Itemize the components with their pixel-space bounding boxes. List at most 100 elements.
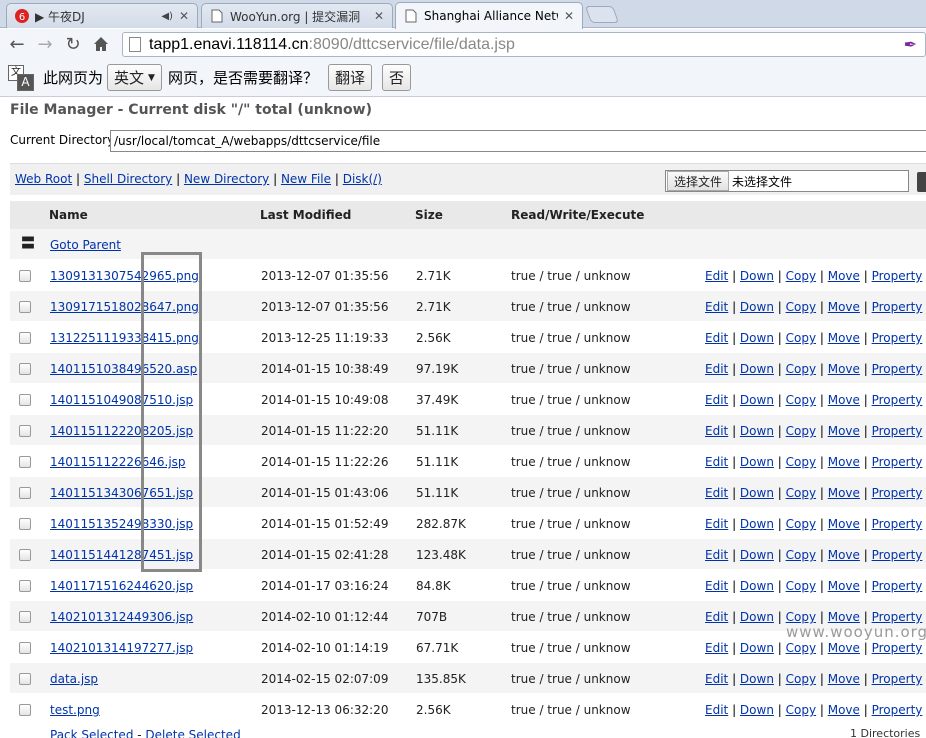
new-tab-button[interactable]: [584, 6, 620, 23]
move-link[interactable]: Move: [828, 579, 860, 593]
property-link[interactable]: Property: [872, 548, 923, 562]
property-link[interactable]: Property: [872, 703, 923, 717]
edit-link[interactable]: Edit: [705, 424, 728, 438]
file-name-link[interactable]: 1402101312449306.jsp: [50, 610, 193, 624]
no-translate-button[interactable]: 否: [381, 64, 411, 91]
language-select[interactable]: 英文 ▼: [107, 64, 162, 91]
delete-selected-link[interactable]: Delete Selected: [145, 728, 240, 738]
back-arrow-icon[interactable]: ←: [3, 31, 31, 57]
row-checkbox[interactable]: [19, 332, 31, 344]
property-link[interactable]: Property: [872, 424, 923, 438]
shell-directory-link[interactable]: Shell Directory: [84, 172, 172, 186]
row-checkbox[interactable]: [19, 425, 31, 437]
down-link[interactable]: Down: [740, 548, 774, 562]
property-link[interactable]: Property: [872, 362, 923, 376]
down-link[interactable]: Down: [740, 331, 774, 345]
tab-music[interactable]: 6 ▶ 午夜DJ ◀) ✕: [6, 3, 198, 28]
move-link[interactable]: Move: [828, 610, 860, 624]
row-checkbox[interactable]: [19, 270, 31, 282]
move-link[interactable]: Move: [828, 672, 860, 686]
down-link[interactable]: Down: [740, 579, 774, 593]
edit-link[interactable]: Edit: [705, 703, 728, 717]
row-checkbox[interactable]: [19, 456, 31, 468]
copy-link[interactable]: Copy: [786, 579, 816, 593]
edit-link[interactable]: Edit: [705, 579, 728, 593]
choose-file-button[interactable]: 选择文件: [667, 171, 730, 191]
property-link[interactable]: Property: [872, 517, 923, 531]
property-link[interactable]: Property: [872, 393, 923, 407]
feather-extension-icon[interactable]: ✒: [904, 35, 917, 55]
move-link[interactable]: Move: [828, 517, 860, 531]
file-name-link[interactable]: 1401151343067651.jsp: [50, 486, 193, 500]
copy-link[interactable]: Copy: [786, 548, 816, 562]
edit-link[interactable]: Edit: [705, 269, 728, 283]
edit-link[interactable]: Edit: [705, 517, 728, 531]
file-name-link[interactable]: 1401151049087510.jsp: [50, 393, 193, 407]
down-link[interactable]: Down: [740, 517, 774, 531]
copy-link[interactable]: Copy: [786, 610, 816, 624]
edit-link[interactable]: Edit: [705, 331, 728, 345]
property-link[interactable]: Property: [872, 579, 923, 593]
down-link[interactable]: Down: [740, 610, 774, 624]
close-tab-icon[interactable]: ✕: [564, 9, 574, 23]
file-name-link[interactable]: data.jsp: [50, 672, 98, 686]
close-tab-icon[interactable]: ✕: [374, 9, 384, 23]
edit-link[interactable]: Edit: [705, 610, 728, 624]
copy-link[interactable]: Copy: [786, 362, 816, 376]
property-link[interactable]: Property: [872, 610, 923, 624]
copy-link[interactable]: Copy: [786, 300, 816, 314]
property-link[interactable]: Property: [872, 455, 923, 469]
edit-link[interactable]: Edit: [705, 393, 728, 407]
copy-link[interactable]: Copy: [786, 517, 816, 531]
property-link[interactable]: Property: [872, 672, 923, 686]
upload-button[interactable]: [917, 172, 926, 192]
file-name-link[interactable]: 1401151038496520.asp: [50, 362, 197, 376]
edit-link[interactable]: Edit: [705, 300, 728, 314]
edit-link[interactable]: Edit: [705, 362, 728, 376]
copy-link[interactable]: Copy: [786, 269, 816, 283]
edit-link[interactable]: Edit: [705, 455, 728, 469]
file-name-link[interactable]: test.png: [50, 703, 100, 717]
file-name-link[interactable]: 1401151122208205.jsp: [50, 424, 193, 438]
file-name-link[interactable]: 1401151441287451.jsp: [50, 548, 193, 562]
move-link[interactable]: Move: [828, 548, 860, 562]
row-checkbox[interactable]: [19, 549, 31, 561]
move-link[interactable]: Move: [828, 300, 860, 314]
edit-link[interactable]: Edit: [705, 672, 728, 686]
row-checkbox[interactable]: [19, 704, 31, 716]
property-link[interactable]: Property: [872, 331, 923, 345]
file-name-link[interactable]: 140115112226646.jsp: [50, 455, 186, 469]
property-link[interactable]: Property: [872, 269, 923, 283]
property-link[interactable]: Property: [872, 641, 923, 655]
home-icon[interactable]: [87, 31, 115, 57]
file-name-link[interactable]: 1402101314197277.jsp: [50, 641, 193, 655]
row-checkbox[interactable]: [19, 363, 31, 375]
move-link[interactable]: Move: [828, 331, 860, 345]
file-name-link[interactable]: 1401151352498330.jsp: [50, 517, 193, 531]
down-link[interactable]: Down: [740, 300, 774, 314]
down-link[interactable]: Down: [740, 486, 774, 500]
move-link[interactable]: Move: [828, 269, 860, 283]
translate-button[interactable]: 翻译: [327, 64, 372, 91]
file-name-link[interactable]: 1312251119338415.png: [50, 331, 199, 345]
close-tab-icon[interactable]: ✕: [179, 9, 189, 23]
move-link[interactable]: Move: [828, 641, 860, 655]
goto-parent-link[interactable]: Goto Parent: [50, 238, 121, 252]
copy-link[interactable]: Copy: [786, 393, 816, 407]
property-link[interactable]: Property: [872, 300, 923, 314]
row-checkbox[interactable]: [19, 487, 31, 499]
copy-link[interactable]: Copy: [786, 703, 816, 717]
copy-link[interactable]: Copy: [786, 672, 816, 686]
web-root-link[interactable]: Web Root: [15, 172, 72, 186]
file-name-link[interactable]: 1401171516244620.jsp: [50, 579, 193, 593]
disk-link[interactable]: Disk(/): [343, 172, 382, 186]
tab-shanghai-alliance[interactable]: Shanghai Alliance Network ✕: [395, 2, 583, 29]
row-checkbox[interactable]: [19, 611, 31, 623]
edit-link[interactable]: Edit: [705, 641, 728, 655]
file-name-link[interactable]: 1309131307542965.png: [50, 269, 199, 283]
row-checkbox[interactable]: [19, 301, 31, 313]
file-name-link[interactable]: 1309171518028647.png: [50, 300, 199, 314]
edit-link[interactable]: Edit: [705, 486, 728, 500]
edit-link[interactable]: Edit: [705, 548, 728, 562]
down-link[interactable]: Down: [740, 393, 774, 407]
